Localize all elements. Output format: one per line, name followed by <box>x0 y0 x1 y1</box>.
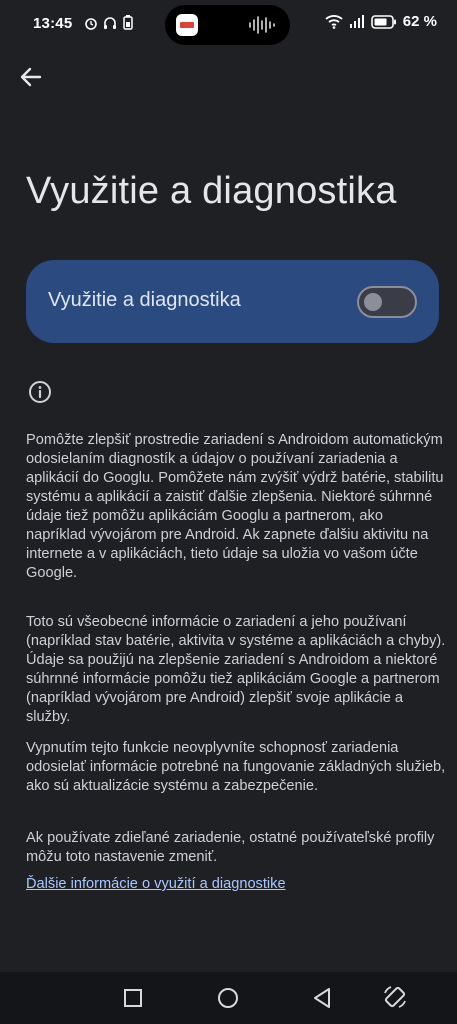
dynamic-island[interactable] <box>165 5 290 45</box>
battery-icon <box>370 14 396 29</box>
usage-diagnostics-toggle-row[interactable]: Využitie a diagnostika <box>26 260 439 343</box>
info-circle-icon <box>29 381 51 403</box>
signal-icon <box>349 14 364 28</box>
rotate-icon[interactable] <box>382 984 408 1010</box>
status-left-icons <box>84 15 134 30</box>
back-button[interactable] <box>16 62 46 92</box>
learn-more-link[interactable]: Ďalšie informácie o využití a diagnostik… <box>26 876 286 892</box>
status-bar: 13:45 62 % <box>0 0 457 50</box>
back-triangle-icon[interactable] <box>310 986 334 1010</box>
battery-percent: 62 % <box>402 13 437 30</box>
status-right-icons: 62 % <box>325 13 437 30</box>
navigation-bar <box>0 972 457 1024</box>
info-paragraph: Ak používate zdieľané zariadenie, ostatn… <box>26 830 435 865</box>
info-paragraph: Vypnutím tejto funkcie neovplyvníte scho… <box>26 740 446 794</box>
home-circle-icon[interactable] <box>216 986 240 1010</box>
page-title: Využitie a diagnostika <box>26 170 397 212</box>
info-paragraph: Toto sú všeobecné informácie o zariadení… <box>26 614 446 725</box>
audio-waveform-icon <box>249 16 275 34</box>
switch-thumb <box>364 293 382 311</box>
toggle-label: Využitie a diagnostika <box>48 289 241 311</box>
usage-diagnostics-switch[interactable] <box>357 286 417 318</box>
headphones-icon <box>104 16 116 29</box>
recents-square-icon[interactable] <box>121 986 145 1010</box>
arrow-left-icon <box>20 67 42 87</box>
alarm-icon <box>85 17 97 30</box>
battery-saver-icon <box>123 15 133 30</box>
info-paragraph: Pomôžte zlepšiť prostredie zariadení s A… <box>26 432 444 581</box>
status-time: 13:45 <box>33 15 73 32</box>
wifi-icon <box>325 14 343 29</box>
app-notification-icon <box>176 14 198 36</box>
